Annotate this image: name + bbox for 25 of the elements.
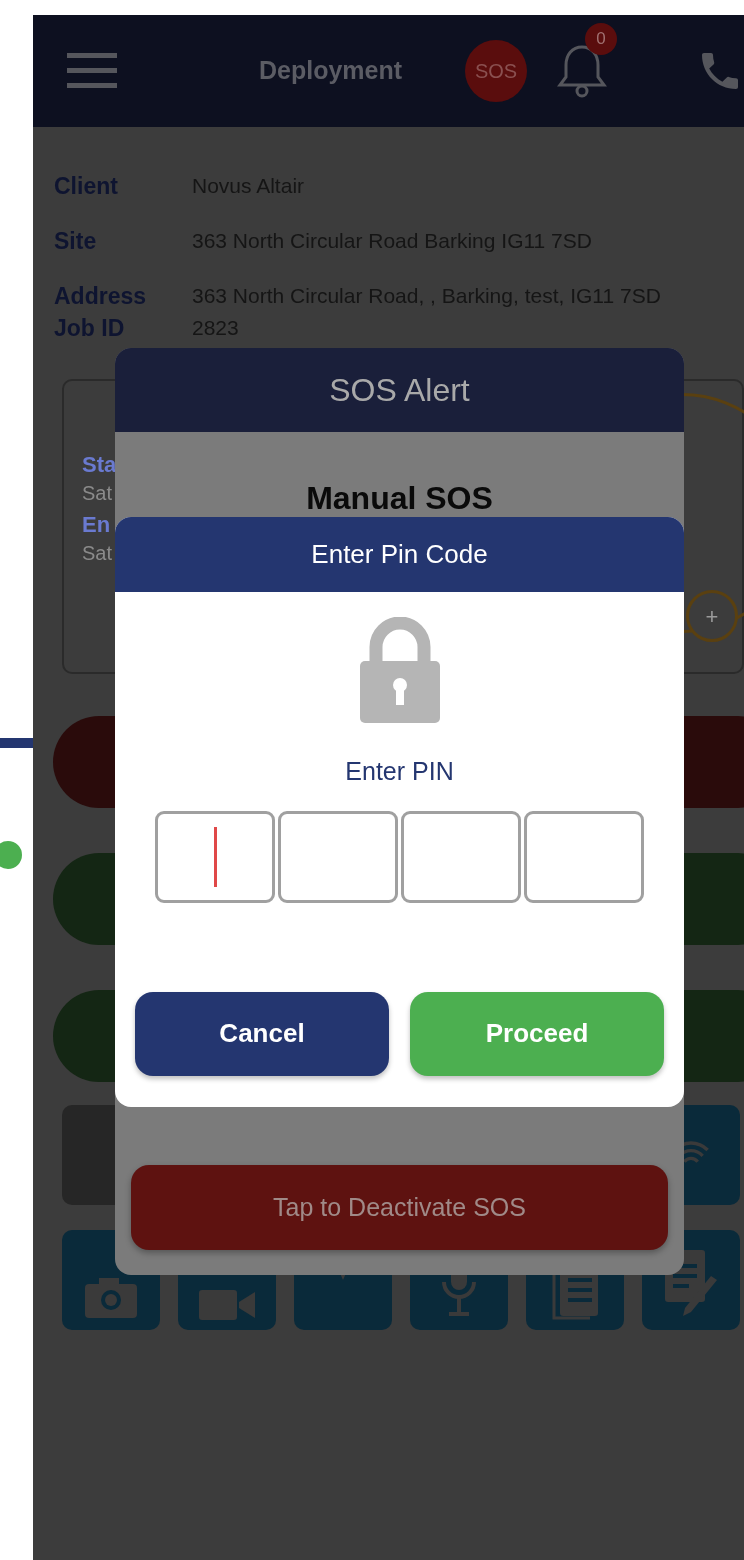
dialog-title: SOS Alert xyxy=(115,348,684,432)
add-button[interactable]: + xyxy=(686,590,738,642)
sos-button[interactable]: SOS xyxy=(465,40,527,102)
notification-count: 0 xyxy=(585,23,617,55)
pin-digit-field[interactable] xyxy=(278,810,398,903)
pin-digit-field[interactable] xyxy=(155,810,275,903)
pin-digit-field[interactable] xyxy=(524,810,644,903)
row-value: Sat xyxy=(82,481,113,506)
deactivate-sos-button[interactable]: Tap to Deactivate SOS xyxy=(131,1165,668,1250)
lock-icon xyxy=(359,617,440,723)
decorative-dot xyxy=(0,841,22,869)
dialog-subtitle: Manual SOS xyxy=(305,479,494,518)
proceed-button[interactable]: Proceed xyxy=(410,991,664,1076)
row-value: Sat xyxy=(82,541,113,566)
video-camera-icon xyxy=(197,1290,257,1320)
camera-icon xyxy=(83,1276,139,1320)
row-label: En xyxy=(82,511,111,539)
pin-digit-field[interactable] xyxy=(401,810,521,903)
dialog-title: Enter Pin Code xyxy=(115,517,684,592)
screen-title: Deployment xyxy=(259,55,404,87)
menu-icon[interactable] xyxy=(67,53,117,89)
bell-icon[interactable] xyxy=(555,43,609,99)
row-label: Sta xyxy=(82,451,117,479)
pin-prompt: Enter PIN xyxy=(344,756,455,787)
cancel-button[interactable]: Cancel xyxy=(135,991,389,1076)
